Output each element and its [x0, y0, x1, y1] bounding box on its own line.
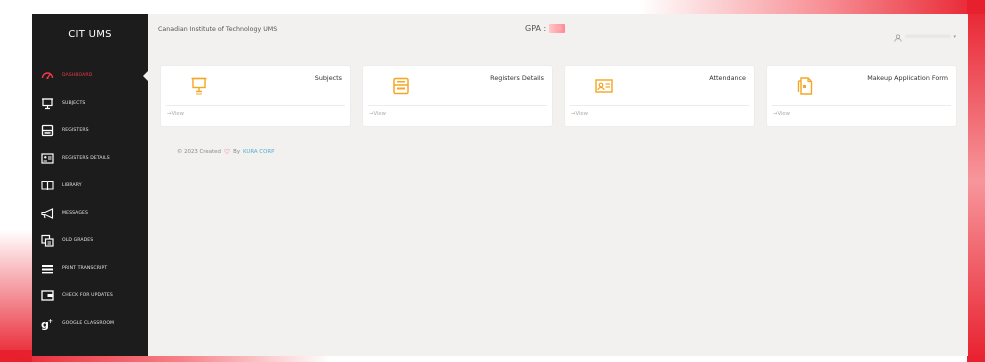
- sidebar-item-old-grades[interactable]: OLD GRADES: [32, 227, 148, 255]
- active-indicator: [143, 70, 149, 82]
- gpa-value: 3.8: [549, 24, 565, 33]
- decor-top-gradient: [640, 0, 985, 14]
- server-icon: [393, 77, 409, 95]
- sidebar-item-subjects[interactable]: SUBJECTS: [32, 90, 148, 118]
- decor-right-gradient: [967, 0, 985, 362]
- sidebar-item-label: OLD GRADES: [62, 238, 94, 244]
- print-icon: [41, 262, 54, 275]
- user-name: ••••••••••••••: [905, 33, 951, 40]
- user-menu[interactable]: •••••••••••••• ▾: [894, 27, 956, 46]
- company-link[interactable]: KURA CORP: [243, 149, 274, 155]
- old-grades-icon: [41, 234, 54, 247]
- chevron-down-icon: ▾: [953, 33, 956, 40]
- sidebar-item-label: SUBJECTS: [62, 100, 86, 106]
- sidebar-item-label: PRINT TRANSCRIPT: [62, 265, 108, 271]
- card-title: Makeup Application Form: [867, 74, 948, 82]
- heart-icon: ♡: [223, 148, 231, 156]
- document-icon: [797, 77, 813, 95]
- book-icon: [41, 179, 54, 192]
- dashboard-icon: [41, 69, 54, 82]
- card-title: Attendance: [709, 74, 746, 82]
- sidebar-item-google-classroom[interactable]: g + GOOGLE CLASSROOM: [32, 310, 148, 338]
- view-link[interactable]: →View: [167, 111, 184, 117]
- view-link[interactable]: →View: [571, 111, 588, 117]
- copyright-text: © 2023 Created: [177, 149, 221, 155]
- gpa-label: GPA :: [525, 24, 547, 33]
- card-makeup-application[interactable]: Makeup Application Form →View: [767, 66, 956, 126]
- card-title: Subjects: [314, 74, 342, 82]
- card-divider: [368, 105, 547, 106]
- sidebar-item-label: LIBRARY: [62, 183, 82, 189]
- sidebar-nav: DASHBOARD SUBJECTS REGISTERS REGISTERS D…: [32, 62, 149, 338]
- sidebar-item-library[interactable]: LIBRARY: [32, 172, 148, 200]
- subjects-icon: [41, 97, 54, 110]
- footer-by: By: [233, 149, 241, 155]
- user-icon: [894, 27, 902, 46]
- brand-title[interactable]: CIT UMS: [32, 14, 148, 54]
- card-subjects[interactable]: Subjects →View: [161, 66, 350, 126]
- wallet-icon: [41, 289, 54, 302]
- sidebar-item-registers-details[interactable]: REGISTERS DETAILS: [32, 145, 148, 173]
- card-divider: [570, 105, 749, 106]
- sidebar-item-label: MESSAGES: [62, 210, 89, 216]
- sidebar: CIT UMS DASHBOARD SUBJECTS REGISTERS REG…: [32, 14, 149, 356]
- sidebar-item-label: DASHBOARD: [62, 73, 93, 79]
- decor-left-gradient: [0, 230, 32, 362]
- card-divider: [772, 105, 951, 106]
- topbar: Canadian Institute of Technology UMS GPA…: [148, 14, 968, 54]
- card-attendance[interactable]: Attendance →View: [565, 66, 754, 126]
- sidebar-item-registers[interactable]: REGISTERS: [32, 117, 148, 145]
- sidebar-item-messages[interactable]: MESSAGES: [32, 200, 148, 228]
- registers-details-icon: [41, 152, 54, 165]
- sidebar-item-label: REGISTERS: [62, 128, 89, 134]
- view-link[interactable]: →View: [773, 111, 790, 117]
- sidebar-item-dashboard[interactable]: DASHBOARD: [32, 62, 149, 90]
- registers-icon: [41, 124, 54, 137]
- card-divider: [166, 105, 345, 106]
- footer: © 2023 Created ♡ By KURA CORP: [177, 148, 274, 156]
- card-registers-details[interactable]: Registers Details →View: [363, 66, 552, 126]
- google-plus-icon: g +: [41, 317, 54, 330]
- view-link[interactable]: →View: [369, 111, 386, 117]
- svg-text:+: +: [48, 318, 53, 325]
- sidebar-item-print-transcript[interactable]: PRINT TRANSCRIPT: [32, 255, 148, 283]
- site-name: Canadian Institute of Technology UMS: [158, 26, 278, 33]
- id-card-icon: [595, 77, 613, 95]
- app-window: CIT UMS DASHBOARD SUBJECTS REGISTERS REG…: [32, 14, 968, 356]
- easel-icon: [191, 77, 207, 95]
- sidebar-item-check-updates[interactable]: CHECK FOR UPDATES: [32, 282, 148, 310]
- sidebar-item-label: REGISTERS DETAILS: [62, 155, 110, 161]
- gpa-display: GPA : 3.8: [525, 24, 565, 33]
- sidebar-item-label: GOOGLE CLASSROOM: [62, 320, 115, 326]
- card-title: Registers Details: [490, 74, 544, 82]
- megaphone-icon: [41, 207, 54, 220]
- sidebar-item-label: CHECK FOR UPDATES: [62, 293, 113, 299]
